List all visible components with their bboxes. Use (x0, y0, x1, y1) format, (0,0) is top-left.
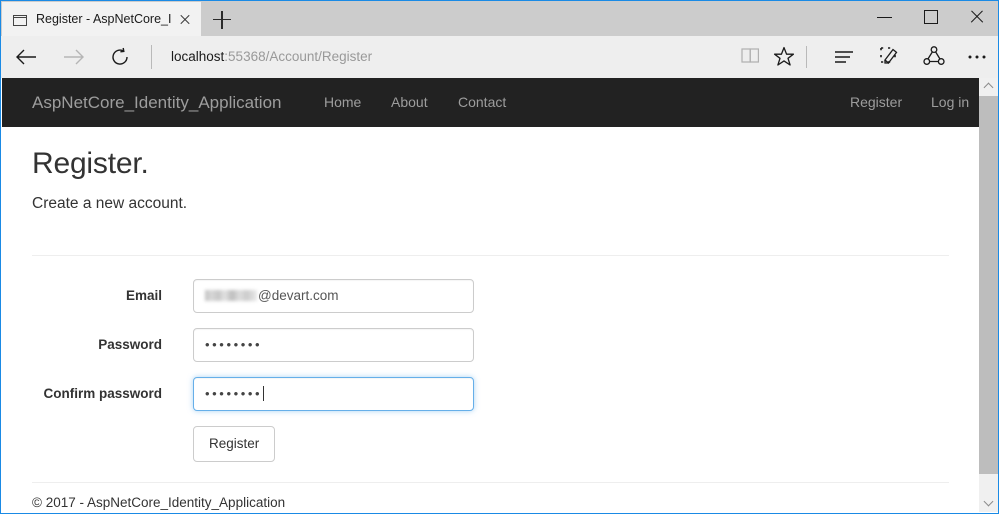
refresh-icon[interactable] (98, 36, 144, 78)
toolbar-divider (151, 45, 152, 69)
address-bar[interactable]: localhost:55368/Account/Register (171, 36, 711, 78)
form-divider (32, 255, 949, 256)
address-host: localhost (171, 49, 224, 64)
nav-item-contact[interactable]: Contact (458, 78, 506, 127)
hub-lines-icon[interactable] (823, 36, 865, 78)
confirm-password-mask: •••••••• (205, 386, 262, 401)
browser-toolbar: localhost:55368/Account/Register (1, 36, 999, 78)
password-field[interactable]: •••••••• (193, 328, 474, 362)
register-button[interactable]: Register (193, 426, 275, 462)
close-icon[interactable] (175, 10, 195, 30)
page-title: Register. (32, 147, 149, 181)
site-navbar: AspNetCore_Identity_Application Home Abo… (2, 78, 979, 127)
password-mask: •••••••• (205, 337, 262, 352)
chevron-up-icon[interactable] (979, 78, 999, 96)
password-label: Password (2, 328, 162, 362)
address-path: :55368/Account/Register (224, 49, 372, 64)
site-brand[interactable]: AspNetCore_Identity_Application (32, 78, 281, 127)
confirm-password-label: Confirm password (2, 377, 162, 411)
form-row-password: Password •••••••• (2, 328, 502, 362)
arrow-right-icon[interactable] (51, 36, 97, 78)
pencil-note-icon[interactable] (869, 36, 911, 78)
page-subtitle: Create a new account. (32, 195, 187, 213)
text-caret (263, 386, 264, 401)
email-domain: @devart.com (258, 288, 338, 303)
footer-copyright: © 2017 - AspNetCore_Identity_Application (32, 495, 285, 510)
maximize-icon[interactable] (908, 1, 954, 32)
form-row-email: Email @devart.com (2, 279, 502, 313)
page-viewport: AspNetCore_Identity_Application Home Abo… (2, 78, 979, 512)
page-content: Register. Create a new account. Email @d… (2, 127, 979, 512)
toolbar-divider (806, 46, 807, 68)
vertical-scrollbar[interactable] (979, 78, 999, 512)
tab-title: Register - AspNetCore_I (36, 2, 175, 37)
nav-item-login[interactable]: Log in (931, 78, 969, 127)
page-icon (12, 12, 28, 28)
minimize-icon[interactable] (862, 1, 908, 32)
star-icon[interactable] (763, 36, 805, 78)
arrow-left-icon[interactable] (3, 36, 49, 78)
nav-item-home[interactable]: Home (324, 78, 361, 127)
plus-icon[interactable] (201, 2, 243, 37)
footer-divider (32, 482, 949, 483)
nav-item-about[interactable]: About (391, 78, 428, 127)
browser-window: Register - AspNetCore_I localhost: (0, 0, 999, 514)
confirm-password-field[interactable]: •••••••• (193, 377, 474, 411)
scrollbar-thumb[interactable] (979, 96, 999, 474)
form-row-confirm-password: Confirm password •••••••• (2, 377, 502, 411)
email-field[interactable]: @devart.com (193, 279, 474, 313)
tab-strip: Register - AspNetCore_I (1, 0, 999, 36)
email-label: Email (2, 279, 162, 313)
form-row-submit: Register (2, 426, 502, 460)
share-icon[interactable] (913, 36, 955, 78)
chevron-down-icon[interactable] (979, 494, 999, 512)
ellipsis-icon[interactable] (956, 36, 998, 78)
close-icon[interactable] (954, 1, 999, 32)
nav-item-register[interactable]: Register (850, 78, 902, 127)
redacted-email-username (205, 290, 257, 301)
browser-tab[interactable]: Register - AspNetCore_I (2, 2, 201, 37)
